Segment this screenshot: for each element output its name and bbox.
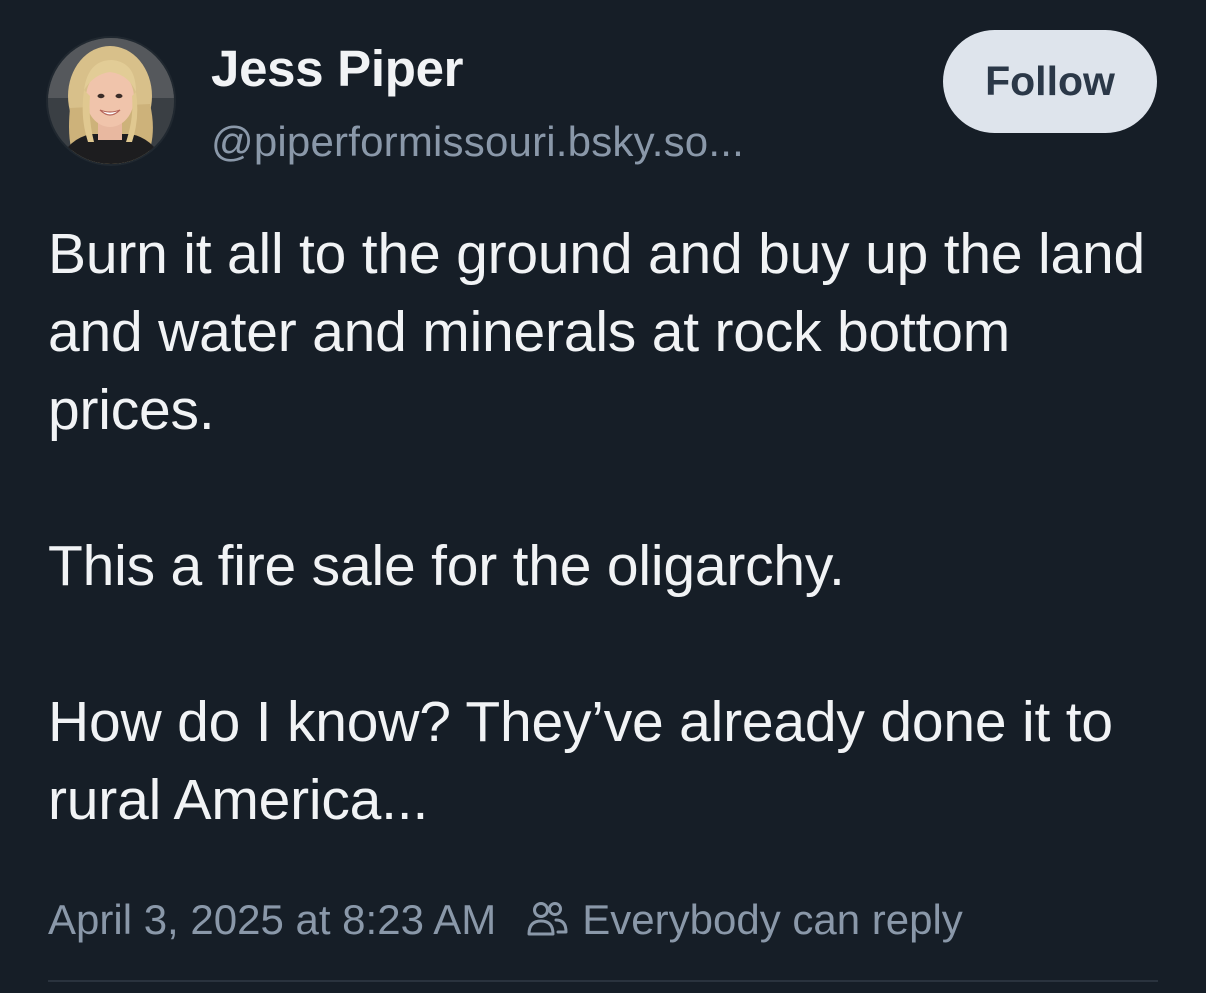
- follow-button[interactable]: Follow: [943, 30, 1157, 133]
- post-timestamp[interactable]: April 3, 2025 at 8:23 AM: [48, 896, 496, 944]
- reply-setting-label: Everybody can reply: [582, 896, 963, 943]
- author-handle[interactable]: @piperformissouri.bsky.so...: [211, 117, 744, 167]
- post-meta: April 3, 2025 at 8:23 AM Everybody can r…: [48, 892, 963, 948]
- post-card: Jess Piper @piperformissouri.bsky.so... …: [0, 0, 1206, 993]
- people-icon: [524, 897, 570, 943]
- avatar[interactable]: [48, 38, 174, 164]
- post-body-text: Burn it all to the ground and buy up the…: [48, 222, 1145, 832]
- reply-setting[interactable]: Everybody can reply: [524, 896, 963, 944]
- author-display-name[interactable]: Jess Piper: [211, 40, 463, 98]
- divider: [48, 980, 1158, 982]
- avatar-image: [48, 38, 174, 164]
